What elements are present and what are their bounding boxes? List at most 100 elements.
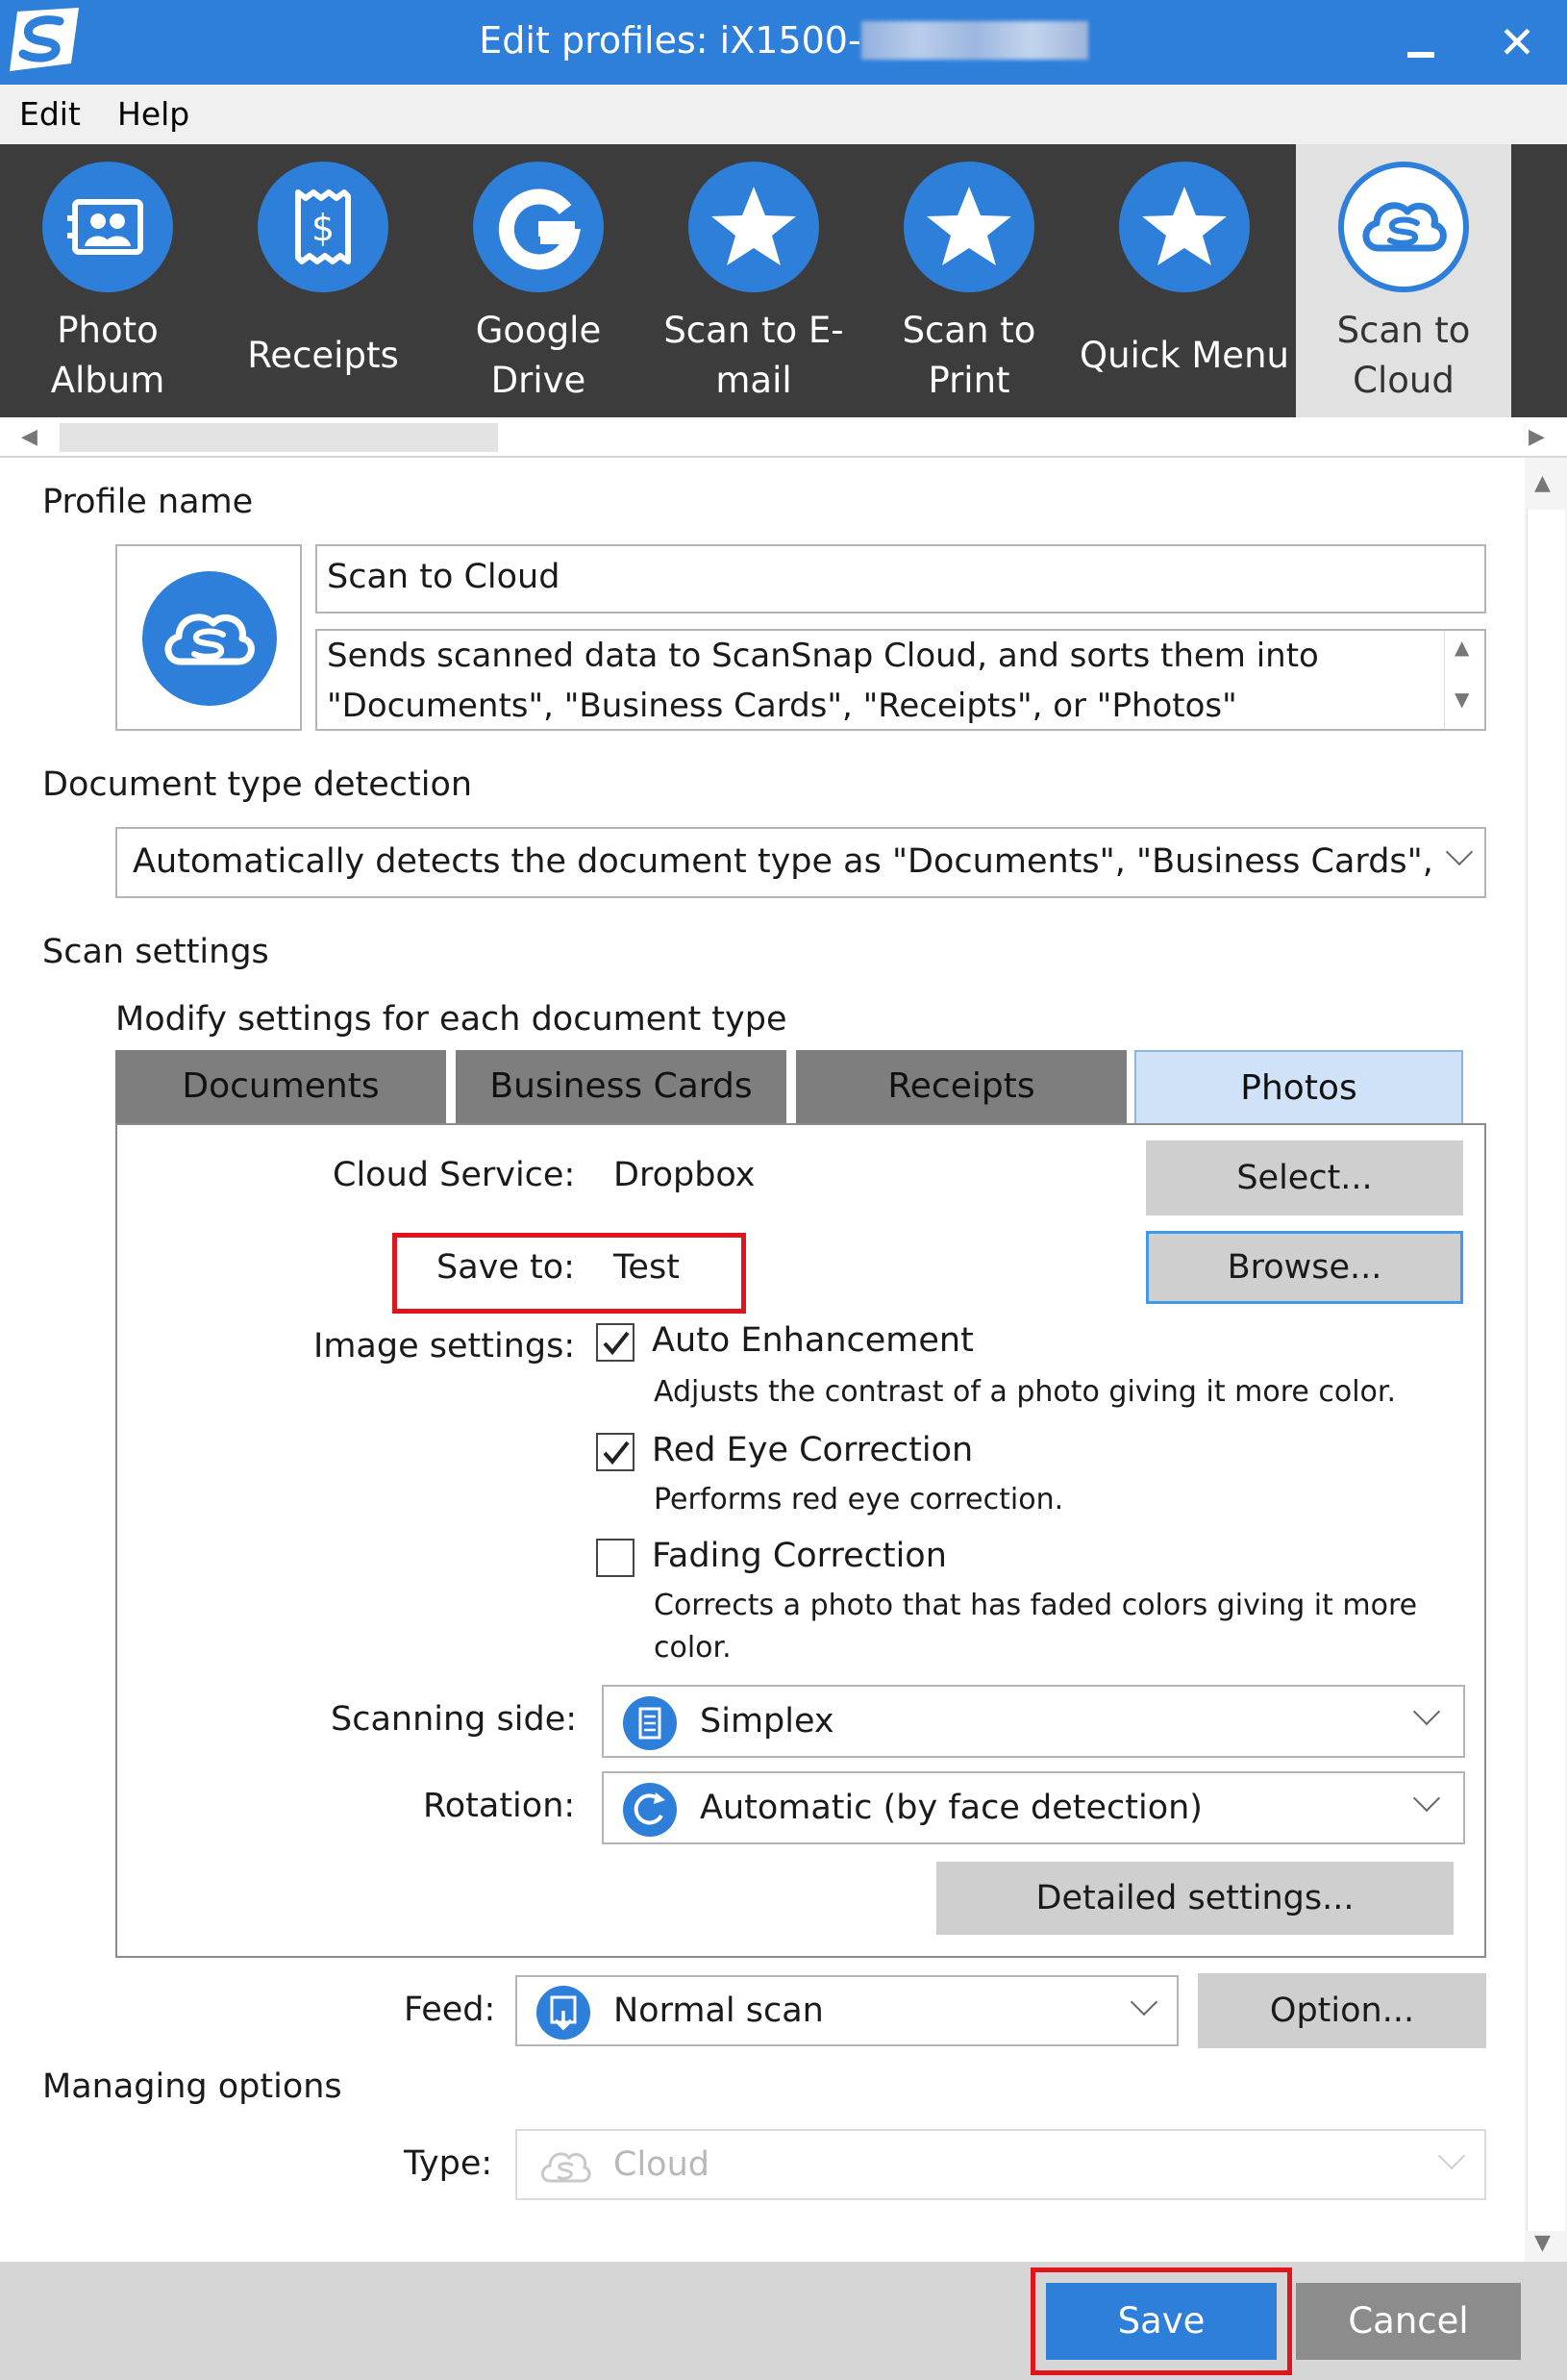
scroll-up-icon[interactable]: ▲	[1534, 463, 1551, 504]
star-icon	[904, 162, 1034, 292]
window-title: Edit profiles: iX1500-	[479, 19, 861, 62]
tab-business-cards[interactable]: Business Cards	[456, 1050, 786, 1123]
feed-value: Normal scan	[613, 1992, 824, 2030]
profile-label: Cloud	[1353, 360, 1455, 401]
type-dropdown: Cloud	[515, 2129, 1486, 2200]
detailed-settings-button[interactable]: Detailed settings...	[936, 1862, 1454, 1935]
red-eye-correction-checkbox[interactable]	[596, 1433, 634, 1471]
profile-label: Drive	[490, 360, 586, 401]
profile-photo-album[interactable]: Photo Album	[0, 144, 215, 417]
profile-description-input[interactable]: Sends scanned data to ScanSnap Cloud, an…	[315, 629, 1486, 731]
cloud-service-label: Cloud Service:	[333, 1156, 576, 1194]
profile-label: mail	[715, 360, 792, 401]
tab-documents[interactable]: Documents	[115, 1050, 446, 1123]
cloud-icon	[535, 2142, 592, 2194]
fading-correction-label[interactable]: Fading Correction	[652, 1537, 947, 1575]
profile-label: Quick Menu	[1080, 335, 1289, 376]
scroll-down-icon[interactable]: ▼	[1455, 679, 1469, 719]
option-button[interactable]: Option...	[1198, 1973, 1486, 2048]
scroll-right-icon[interactable]: ▶	[1529, 417, 1545, 458]
menu-bar	[0, 85, 1567, 144]
scan-settings-label: Scan settings	[42, 933, 269, 971]
minimize-button[interactable]	[1392, 17, 1450, 71]
scroll-left-icon[interactable]: ◀	[21, 417, 37, 458]
photo-album-icon	[42, 162, 173, 292]
save-to-label: Save to:	[436, 1248, 575, 1287]
profile-name-value: Scan to Cloud	[327, 558, 560, 596]
rotation-icon	[623, 1783, 677, 1837]
redacted-serial	[861, 21, 1088, 60]
checkmark-icon	[603, 1441, 630, 1466]
profile-label: Google	[475, 310, 602, 351]
profile-label: Scan to E-	[663, 310, 844, 351]
scanning-side-value: Simplex	[700, 1702, 834, 1741]
auto-enhancement-desc: Adjusts the contrast of a photo giving i…	[654, 1375, 1397, 1409]
profile-label: Print	[928, 360, 1010, 401]
scroll-up-icon[interactable]: ▲	[1455, 627, 1469, 667]
type-label: Type:	[404, 2144, 493, 2183]
select-button[interactable]: Select...	[1146, 1140, 1463, 1215]
feed-label: Feed:	[404, 1991, 496, 2029]
profile-icon-box[interactable]	[115, 544, 302, 731]
description-line: Sends scanned data to ScanSnap Cloud, an…	[327, 637, 1319, 675]
menu-edit[interactable]: Edit	[19, 85, 81, 144]
browse-button[interactable]: Browse...	[1146, 1231, 1463, 1304]
chevron-down-icon	[1412, 1697, 1441, 1726]
star-icon	[688, 162, 819, 292]
rotation-dropdown[interactable]: Automatic (by face detection)	[602, 1771, 1465, 1844]
profile-quick-menu[interactable]: Quick Menu	[1077, 144, 1292, 417]
feed-dropdown[interactable]: Normal scan	[515, 1975, 1179, 2046]
profile-label: Photo	[57, 310, 159, 351]
close-icon: ✕	[1498, 16, 1536, 68]
save-button[interactable]: Save	[1046, 2283, 1277, 2360]
scanning-side-dropdown[interactable]: Simplex	[602, 1685, 1465, 1758]
receipt-icon: $	[258, 162, 388, 292]
auto-enhancement-checkbox[interactable]	[596, 1323, 634, 1362]
scan-settings-sublabel: Modify settings for each document type	[115, 1000, 787, 1039]
profile-label: Album	[50, 360, 165, 401]
doc-type-dropdown[interactable]: Automatically detects the document type …	[115, 827, 1486, 898]
rotation-value: Automatic (by face detection)	[700, 1789, 1203, 1827]
cloud-icon	[1338, 162, 1469, 292]
profile-google-drive[interactable]: Google Drive	[431, 144, 646, 417]
cancel-button[interactable]: Cancel	[1296, 2283, 1521, 2360]
fading-correction-desc: color.	[654, 1631, 732, 1665]
fading-correction-desc: Corrects a photo that has faded colors g…	[654, 1589, 1418, 1622]
profile-label: Receipts	[247, 335, 399, 376]
close-button[interactable]: ✕	[1488, 12, 1546, 73]
cloud-service-value: Dropbox	[613, 1156, 756, 1194]
rotation-label: Rotation:	[423, 1787, 576, 1825]
profile-name-input[interactable]: Scan to Cloud	[315, 544, 1486, 614]
managing-options-label: Managing options	[42, 2067, 342, 2106]
chevron-down-icon	[1412, 1784, 1441, 1813]
vertical-scroll-thumb[interactable]	[1527, 510, 1565, 2231]
google-icon	[473, 162, 604, 292]
tab-receipts[interactable]: Receipts	[796, 1050, 1127, 1123]
fading-correction-checkbox[interactable]	[596, 1539, 634, 1577]
doc-type-label: Document type detection	[42, 765, 473, 804]
horizontal-scroll-thumb[interactable]	[60, 423, 498, 452]
scroll-down-icon[interactable]: ▼	[1534, 2223, 1551, 2264]
profile-receipts[interactable]: $ Receipts	[215, 144, 431, 417]
profile-label: Scan to	[902, 310, 1036, 351]
svg-text:$: $	[311, 207, 335, 249]
auto-enhancement-label[interactable]: Auto Enhancement	[652, 1321, 974, 1360]
simplex-icon	[623, 1696, 677, 1750]
profile-scan-to-email[interactable]: Scan to E- mail	[646, 144, 861, 417]
scanning-side-label: Scanning side:	[331, 1700, 578, 1739]
description-line: "Documents", "Business Cards", "Receipts…	[327, 687, 1237, 725]
image-settings-label: Image settings:	[313, 1327, 576, 1365]
type-value: Cloud	[613, 2145, 709, 2184]
menu-help[interactable]: Help	[117, 85, 189, 144]
tab-photos[interactable]: Photos	[1134, 1050, 1463, 1123]
doc-type-value: Automatically detects the document type …	[133, 842, 1454, 881]
profile-scan-to-cloud[interactable]: Scan to Cloud	[1296, 144, 1511, 417]
red-eye-correction-label[interactable]: Red Eye Correction	[652, 1431, 973, 1469]
save-to-value: Test	[613, 1248, 680, 1287]
star-icon	[1119, 162, 1250, 292]
description-scrollbar[interactable]: ▲ ▼	[1444, 631, 1484, 729]
chevron-down-icon	[1130, 1988, 1158, 2017]
cloud-icon	[142, 571, 277, 706]
profile-scan-to-print[interactable]: Scan to Print	[861, 144, 1077, 417]
profile-label: Scan to	[1336, 310, 1471, 351]
